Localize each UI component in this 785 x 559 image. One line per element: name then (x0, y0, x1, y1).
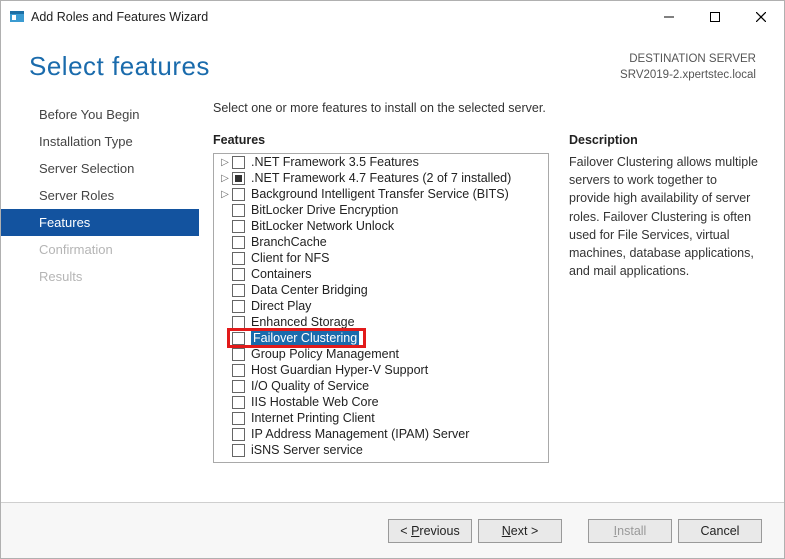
features-label: Features (213, 133, 549, 147)
window-title: Add Roles and Features Wizard (31, 10, 208, 24)
wizard-nav: Before You BeginInstallation TypeServer … (1, 101, 199, 463)
next-button[interactable]: Next > (478, 519, 562, 543)
feature-checkbox[interactable] (232, 412, 245, 425)
feature-label: .NET Framework 3.5 Features (251, 155, 419, 169)
footer: < Previous Next > Install Cancel (1, 502, 784, 558)
feature-item[interactable]: ▷iSNS Server service (214, 442, 548, 458)
feature-label: .NET Framework 4.7 Features (2 of 7 inst… (251, 171, 511, 185)
feature-item[interactable]: ▷ .NET Framework 4.7 Features (2 of 7 ins… (214, 170, 548, 186)
nav-item-installation-type[interactable]: Installation Type (1, 128, 199, 155)
feature-checkbox[interactable] (232, 396, 245, 409)
feature-item[interactable]: ▷Group Policy Management (214, 346, 548, 362)
feature-item[interactable]: ▷IIS Hostable Web Core (214, 394, 548, 410)
nav-item-before-you-begin[interactable]: Before You Begin (1, 101, 199, 128)
feature-label: Host Guardian Hyper-V Support (251, 363, 428, 377)
feature-item[interactable]: ▷BranchCache (214, 234, 548, 250)
feature-checkbox[interactable] (232, 300, 245, 313)
feature-label: Failover Clustering (251, 331, 359, 345)
feature-item[interactable]: ▷ Background Intelligent Transfer Service… (214, 186, 548, 202)
feature-label: Client for NFS (251, 251, 330, 265)
minimize-button[interactable] (646, 1, 692, 33)
feature-checkbox[interactable] (232, 428, 245, 441)
nav-item-results: Results (1, 263, 199, 290)
feature-item[interactable]: ▷Direct Play (214, 298, 548, 314)
feature-checkbox[interactable] (232, 220, 245, 233)
feature-item[interactable]: ▷Client for NFS (214, 250, 548, 266)
nav-item-confirmation: Confirmation (1, 236, 199, 263)
destination-server-value: SRV2019-2.xpertstec.local (620, 67, 756, 83)
expand-triangle-icon[interactable]: ▷ (220, 173, 230, 184)
feature-checkbox[interactable] (232, 252, 245, 265)
previous-button[interactable]: < Previous (388, 519, 472, 543)
feature-checkbox[interactable] (232, 380, 245, 393)
nav-item-features[interactable]: Features (1, 209, 199, 236)
feature-label: Enhanced Storage (251, 315, 355, 329)
destination-server-label: DESTINATION SERVER (620, 51, 756, 67)
feature-checkbox[interactable] (232, 236, 245, 249)
feature-checkbox[interactable] (232, 284, 245, 297)
feature-label: I/O Quality of Service (251, 379, 369, 393)
feature-label: Containers (251, 267, 311, 281)
nav-item-server-roles[interactable]: Server Roles (1, 182, 199, 209)
feature-label: IIS Hostable Web Core (251, 395, 379, 409)
feature-label: iSNS Server service (251, 443, 363, 457)
title-bar: Add Roles and Features Wizard (1, 1, 784, 33)
feature-item[interactable]: ▷Containers (214, 266, 548, 282)
description-text: Failover Clustering allows multiple serv… (569, 153, 758, 280)
feature-checkbox[interactable] (232, 348, 245, 361)
feature-checkbox[interactable] (232, 316, 245, 329)
feature-checkbox[interactable] (232, 156, 245, 169)
feature-label: Background Intelligent Transfer Service … (251, 187, 509, 201)
description-label: Description (569, 133, 758, 147)
feature-item[interactable]: ▷Internet Printing Client (214, 410, 548, 426)
feature-item[interactable]: ▷Enhanced Storage (214, 314, 548, 330)
feature-checkbox[interactable] (232, 204, 245, 217)
feature-label: Group Policy Management (251, 347, 399, 361)
maximize-button[interactable] (692, 1, 738, 33)
feature-label: IP Address Management (IPAM) Server (251, 427, 469, 441)
install-button[interactable]: Install (588, 519, 672, 543)
feature-checkbox[interactable] (232, 332, 245, 345)
expand-triangle-icon[interactable]: ▷ (220, 189, 230, 200)
feature-item[interactable]: ▷ .NET Framework 3.5 Features (214, 154, 548, 170)
feature-checkbox[interactable] (232, 444, 245, 457)
feature-label: Internet Printing Client (251, 411, 375, 425)
feature-label: BitLocker Network Unlock (251, 219, 394, 233)
feature-checkbox[interactable] (232, 172, 245, 185)
feature-item[interactable]: ▷Data Center Bridging (214, 282, 548, 298)
feature-item[interactable]: ▷Failover Clustering (214, 330, 548, 346)
feature-item[interactable]: ▷I/O Quality of Service (214, 378, 548, 394)
feature-checkbox[interactable] (232, 188, 245, 201)
close-button[interactable] (738, 1, 784, 33)
feature-checkbox[interactable] (232, 364, 245, 377)
features-listbox[interactable]: ▷ .NET Framework 3.5 Features ▷ .NET Framew… (213, 153, 549, 463)
feature-item[interactable]: ▷BitLocker Network Unlock (214, 218, 548, 234)
feature-label: BranchCache (251, 235, 327, 249)
feature-label: Direct Play (251, 299, 311, 313)
feature-item[interactable]: ▷IP Address Management (IPAM) Server (214, 426, 548, 442)
app-icon (9, 9, 25, 25)
feature-item[interactable]: ▷BitLocker Drive Encryption (214, 202, 548, 218)
header: Select features DESTINATION SERVER SRV20… (1, 33, 784, 91)
nav-item-server-selection[interactable]: Server Selection (1, 155, 199, 182)
page-title: Select features (29, 51, 210, 83)
feature-label: BitLocker Drive Encryption (251, 203, 398, 217)
feature-item[interactable]: ▷Host Guardian Hyper-V Support (214, 362, 548, 378)
feature-checkbox[interactable] (232, 268, 245, 281)
cancel-button[interactable]: Cancel (678, 519, 762, 543)
expand-triangle-icon[interactable]: ▷ (220, 157, 230, 168)
feature-label: Data Center Bridging (251, 283, 368, 297)
intro-text: Select one or more features to install o… (213, 101, 549, 115)
